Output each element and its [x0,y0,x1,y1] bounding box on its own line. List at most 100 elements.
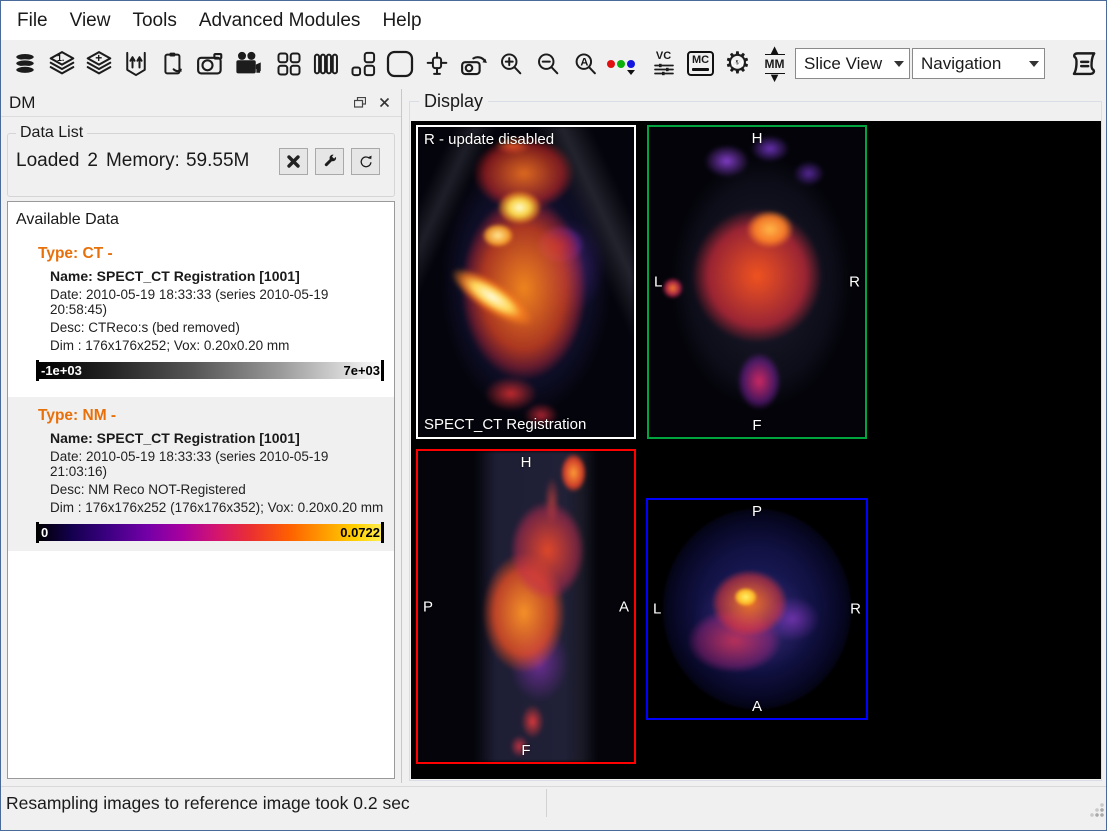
dataset-item-ct[interactable]: Type: CT - Name: SPECT_CT Registration [… [8,235,394,389]
nm-colorbar[interactable]: 0 0.0722 [37,524,383,541]
orientation-label-bottom: F [752,417,761,434]
menu-tools[interactable]: Tools [121,5,187,37]
view-control-icon[interactable]: VC [645,44,682,84]
layout-single-icon[interactable] [381,44,418,84]
color-channels-icon[interactable] [603,44,640,84]
colorbar-max-marker[interactable] [381,522,384,543]
dataset-type: Type: CT - [38,245,388,263]
svg-text:A: A [580,56,588,68]
chevron-down-icon [627,70,635,75]
red-channel-dot [607,60,615,68]
dataset-name: Name: SPECT_CT Registration [1001] [50,430,388,446]
menu-help[interactable]: Help [371,5,432,37]
sagittal-scan-image [418,451,634,762]
tools-button[interactable] [315,148,344,175]
toolbar: 1. + [1,40,1106,87]
colorbar-min-marker[interactable] [36,360,39,381]
import-data-icon[interactable] [117,44,154,84]
zoom-out-icon[interactable] [529,44,566,84]
view-transverse[interactable]: P L R A [646,498,868,720]
mc-label: MC [692,54,709,66]
orientation-label-bottom: F [521,742,530,759]
view-mip[interactable]: R - update disabled SPECT_CT Registratio… [416,125,636,439]
status-bar: Resampling images to reference image too… [1,786,1106,819]
close-icon[interactable] [375,94,393,112]
colorbar-max-value: 7e+03 [343,363,383,378]
loaded-label: Loaded [16,150,79,172]
reset-view-icon[interactable] [455,44,492,84]
navigation-select[interactable]: Navigation [912,48,1045,79]
add-data-icon[interactable]: + [80,44,117,84]
view-coronal[interactable]: H L R F [647,125,867,439]
coronal-scan-image [649,127,865,437]
clipboard-report-icon[interactable] [154,44,191,84]
orientation-label-right: R [850,601,861,618]
display-viewport-area: R - update disabled SPECT_CT Registratio… [411,121,1101,779]
menu-file[interactable]: File [6,5,59,37]
green-channel-dot [617,60,625,68]
dataset-date: Date: 2010-05-19 18:33:33 (series 2010-0… [50,287,388,317]
zoom-fit-icon[interactable]: A [566,44,603,84]
dm-dock-panel: DM Data List Loaded 2 Memory: 59.55M [1,89,402,783]
memory-value: 59.55M [186,150,249,172]
status-separator [546,789,547,817]
menu-bar: File View Tools Advanced Modules Help [1,1,1106,40]
data-list-groupbox: Data List Loaded 2 Memory: 59.55M [7,133,395,197]
view-caption: SPECT_CT Registration [424,416,586,433]
load-first-layer-icon[interactable]: 1. [43,44,80,84]
view-status-label: R - update disabled [424,131,554,148]
view-sagittal[interactable]: H P A F [416,449,636,764]
ct-colorbar[interactable]: -1e+03 7e+03 [37,362,383,379]
dm-label: DM [731,60,743,69]
dm-panel-title: DM [9,93,345,113]
display-title: Display [419,91,488,112]
crop-icon[interactable] [418,44,455,84]
resize-grip[interactable] [1090,803,1104,817]
display-panel: Display R - update disabled SPECT_CT Reg… [407,91,1104,783]
colorbar-max-marker[interactable] [381,360,384,381]
available-data-list: Available Data Type: CT - Name: SPECT_CT… [7,201,395,779]
layout-mosaic-icon[interactable] [344,44,381,84]
database-icon[interactable] [6,44,43,84]
mc-bar [692,68,709,71]
layout-quad-icon[interactable] [270,44,307,84]
measure-icon[interactable]: ▲ MM ▼ [756,44,793,84]
toolbar-group-layout: A [270,40,640,87]
dataset-type: Type: NM - [38,407,388,425]
refresh-button[interactable] [351,148,380,175]
dataset-dim: Dim : 176x176x252 (176x176x352); Vox: 0.… [50,500,388,515]
orientation-label-right: A [619,598,629,615]
colorbar-max-value: 0.0722 [340,525,383,540]
delete-button[interactable] [279,148,308,175]
colorbar-min-value: -1e+03 [37,363,82,378]
svg-text:1.: 1. [57,53,64,63]
status-message: Resampling images to reference image too… [1,793,410,814]
colorbar-min-marker[interactable] [36,522,39,543]
menu-view[interactable]: View [59,5,122,37]
dm-panel-header: DM [1,89,401,117]
layout-columns-icon[interactable] [307,44,344,84]
dataset-name: Name: SPECT_CT Registration [1001] [50,268,388,284]
orientation-label-top: P [752,503,762,520]
snapshot-camera-icon[interactable] [191,44,228,84]
zoom-in-icon[interactable] [492,44,529,84]
blue-channel-dot [627,60,635,68]
script-icon[interactable] [1065,44,1102,84]
chevron-down-icon [889,61,909,67]
navigation-value: Navigation [921,54,1024,74]
dataset-item-nm[interactable]: Type: NM - Name: SPECT_CT Registration [… [8,397,394,551]
orientation-label-bottom: A [752,698,762,715]
menu-advanced-modules[interactable]: Advanced Modules [188,5,372,37]
orientation-label-top: H [752,130,763,147]
movie-camera-icon[interactable] [228,44,265,84]
transverse-scan-image [663,509,850,710]
motion-correction-icon[interactable]: MC [682,44,719,84]
toolbar-overflow-button[interactable]: » [1102,50,1107,78]
data-manager-icon[interactable]: ⚙ DM [719,44,756,84]
dataset-desc: Desc: CTReco:s (bed removed) [50,320,388,335]
float-panel-icon[interactable] [351,94,369,112]
orientation-label-top: H [521,454,532,471]
data-list-title: Data List [16,124,87,142]
slice-view-value: Slice View [804,54,889,74]
slice-view-select[interactable]: Slice View [795,48,910,79]
